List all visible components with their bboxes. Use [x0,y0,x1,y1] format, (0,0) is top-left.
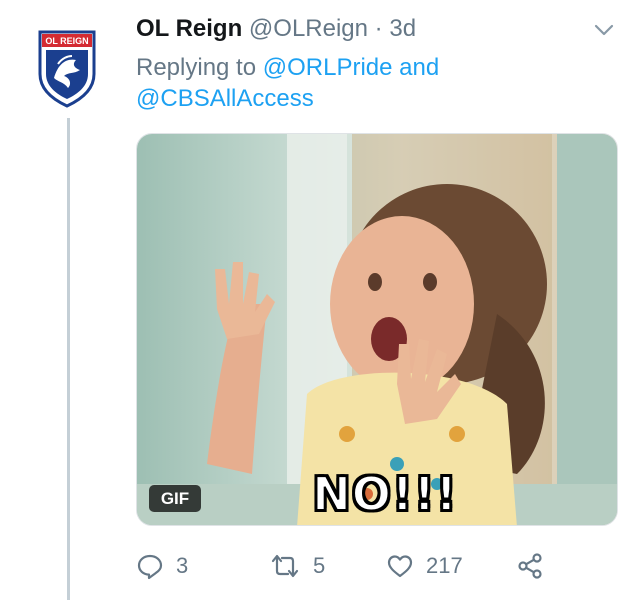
reply-icon [137,554,163,580]
retweet-icon [271,554,299,578]
share-button[interactable] [516,548,544,584]
retweet-count: 5 [313,553,326,578]
thread-line [67,118,70,600]
reply-count: 3 [176,553,189,578]
retweet-button[interactable]: 5 [269,548,325,584]
reply-button[interactable]: 3 [136,548,188,584]
timestamp[interactable]: 3d [389,15,416,42]
separator: · [374,15,383,42]
mention-orlpride[interactable]: @ORLPride [263,54,393,81]
reply-and: and [399,54,440,81]
display-name[interactable]: OL Reign [136,15,242,42]
like-count: 217 [426,553,463,578]
avatar[interactable]: OL REIGN [36,28,98,108]
share-icon [518,553,542,579]
reply-context: Replying to @ORLPride and @CBSAllAccess [136,52,616,114]
reply-prefix: Replying to [136,54,257,81]
more-options-button[interactable] [590,20,618,40]
user-handle[interactable]: @OLReign [249,15,368,42]
chevron-down-icon [594,24,614,36]
ol-reign-logo: OL REIGN [38,30,96,108]
gif-caption: NO!!! [311,467,458,521]
logo-text: OL REIGN [45,36,88,46]
heart-icon [387,555,413,578]
like-button[interactable]: 217 [386,548,463,584]
tweet-actions: 3 5 217 [136,548,556,584]
tweet-header: OL Reign @OLReign · 3d [136,14,596,44]
mention-cbsallaccess[interactable]: @CBSAllAccess [136,85,314,112]
gif-badge: GIF [149,485,201,512]
